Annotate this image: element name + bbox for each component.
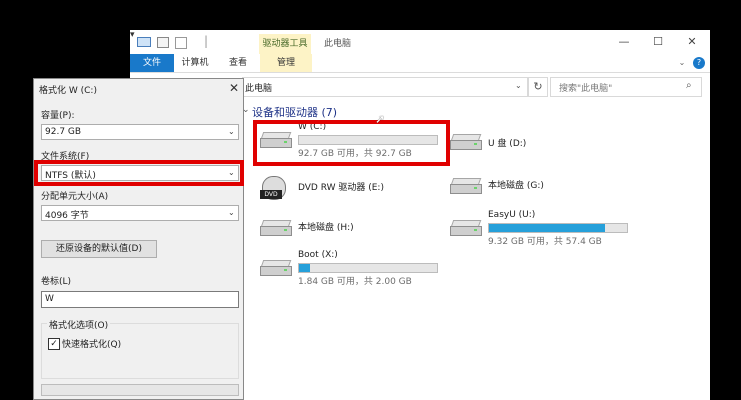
- window-title: 此电脑: [324, 39, 352, 49]
- group-header[interactable]: 设备和驱动器 (7): [252, 104, 337, 120]
- help-icon[interactable]: ?: [693, 57, 705, 69]
- quick-format-label: 快速格式化(Q): [62, 340, 122, 350]
- ribbon-tabs: 文件 计算机 查看 管理 ⌄ ?: [130, 54, 710, 73]
- blank-doc-icon[interactable]: [175, 37, 187, 49]
- drive-name: EasyU (U:): [488, 210, 536, 220]
- drive-item-u[interactable]: EasyU (U:) 9.32 GB 可用，共 57.4 GB: [450, 208, 640, 248]
- drive-item-d[interactable]: U 盘 (D:): [450, 128, 640, 168]
- restore-defaults-button[interactable]: 还原设备的默认值(D): [41, 240, 157, 258]
- hard-drive-icon: [260, 260, 292, 276]
- drive-name: 本地磁盘 (H:): [298, 223, 354, 233]
- quick-format-checkbox[interactable]: ✓: [48, 338, 60, 350]
- tab-file[interactable]: 文件: [130, 54, 174, 72]
- highlight-drive-c: [253, 120, 450, 166]
- drive-name: 本地磁盘 (G:): [488, 181, 544, 191]
- drive-name: Boot (X:): [298, 250, 338, 260]
- tab-manage[interactable]: 管理: [260, 54, 312, 72]
- hard-drive-icon: [450, 134, 482, 150]
- drive-name: U 盘 (D:): [488, 139, 527, 149]
- properties-icon[interactable]: [137, 37, 151, 47]
- search-icon: ⌕: [686, 80, 692, 91]
- close-button[interactable]: ✕: [680, 33, 704, 51]
- volume-label-input[interactable]: W: [41, 291, 239, 308]
- drive-usage-fill: [299, 264, 310, 272]
- ribbon-collapse-icon[interactable]: ⌄: [675, 54, 689, 72]
- capacity-label: 容量(P):: [41, 111, 75, 121]
- drive-name: DVD RW 驱动器 (E:): [298, 183, 384, 193]
- address-dropdown-icon[interactable]: ⌄: [515, 81, 522, 90]
- format-dialog: 格式化 W (C:) ✕ 容量(P): 92.7 GB ⌄ 文件系统(F) NT…: [33, 78, 244, 400]
- allocation-label: 分配单元大小(A): [41, 192, 109, 202]
- address-text: 此电脑: [245, 84, 273, 94]
- new-folder-icon[interactable]: [157, 37, 169, 48]
- hard-drive-icon: [450, 178, 482, 194]
- drive-usage-bar: [298, 263, 438, 273]
- capacity-value: 92.7 GB: [45, 127, 82, 137]
- drive-item-e[interactable]: DVD DVD RW 驱动器 (E:): [260, 170, 450, 210]
- address-bar[interactable]: 此电脑 ⌄: [242, 77, 528, 97]
- dialog-close-button[interactable]: ✕: [229, 81, 239, 95]
- search-input[interactable]: 搜索"此电脑" ⌕: [550, 77, 702, 97]
- drive-item-g[interactable]: 本地磁盘 (G:): [450, 170, 640, 210]
- drive-item-h[interactable]: 本地磁盘 (H:): [260, 212, 450, 252]
- separator: |: [204, 34, 209, 48]
- allocation-value: 4096 字节: [45, 211, 89, 221]
- title-bar: ▾ | 驱动器工具 此电脑 — ☐ ✕: [130, 30, 710, 54]
- hard-drive-icon: [450, 220, 482, 236]
- hard-drive-icon: [260, 220, 292, 236]
- format-options-title: 格式化选项(O): [47, 318, 111, 331]
- mouse-cursor-icon: ➚: [375, 112, 386, 126]
- maximize-button[interactable]: ☐: [646, 33, 670, 51]
- chevron-down-icon: ⌄: [228, 127, 235, 136]
- chevron-down-icon: ⌄: [228, 208, 235, 217]
- drive-usage-fill: [489, 224, 605, 232]
- refresh-button[interactable]: ↻: [528, 77, 548, 97]
- capacity-select[interactable]: 92.7 GB ⌄: [41, 124, 239, 140]
- minimize-button[interactable]: —: [612, 33, 636, 51]
- drive-space-info: 1.84 GB 可用，共 2.00 GB: [298, 277, 412, 287]
- allocation-select[interactable]: 4096 字节 ⌄: [41, 205, 239, 221]
- drive-space-info: 9.32 GB 可用，共 57.4 GB: [488, 237, 602, 247]
- volume-label: 卷标(L): [41, 277, 72, 287]
- highlight-filesystem: [34, 160, 244, 186]
- dvd-label: DVD: [260, 190, 282, 199]
- tab-computer[interactable]: 计算机: [174, 54, 216, 72]
- tab-view[interactable]: 查看: [218, 54, 258, 72]
- format-options-group: [41, 323, 239, 379]
- format-progress-bar: [41, 384, 239, 396]
- dialog-title: 格式化 W (C:): [39, 86, 97, 96]
- drive-usage-bar: [488, 223, 628, 233]
- search-placeholder: 搜索"此电脑": [559, 84, 613, 94]
- drive-tools-context-tab: 驱动器工具: [259, 34, 311, 54]
- drive-item-x[interactable]: Boot (X:) 1.84 GB 可用，共 2.00 GB: [260, 248, 450, 288]
